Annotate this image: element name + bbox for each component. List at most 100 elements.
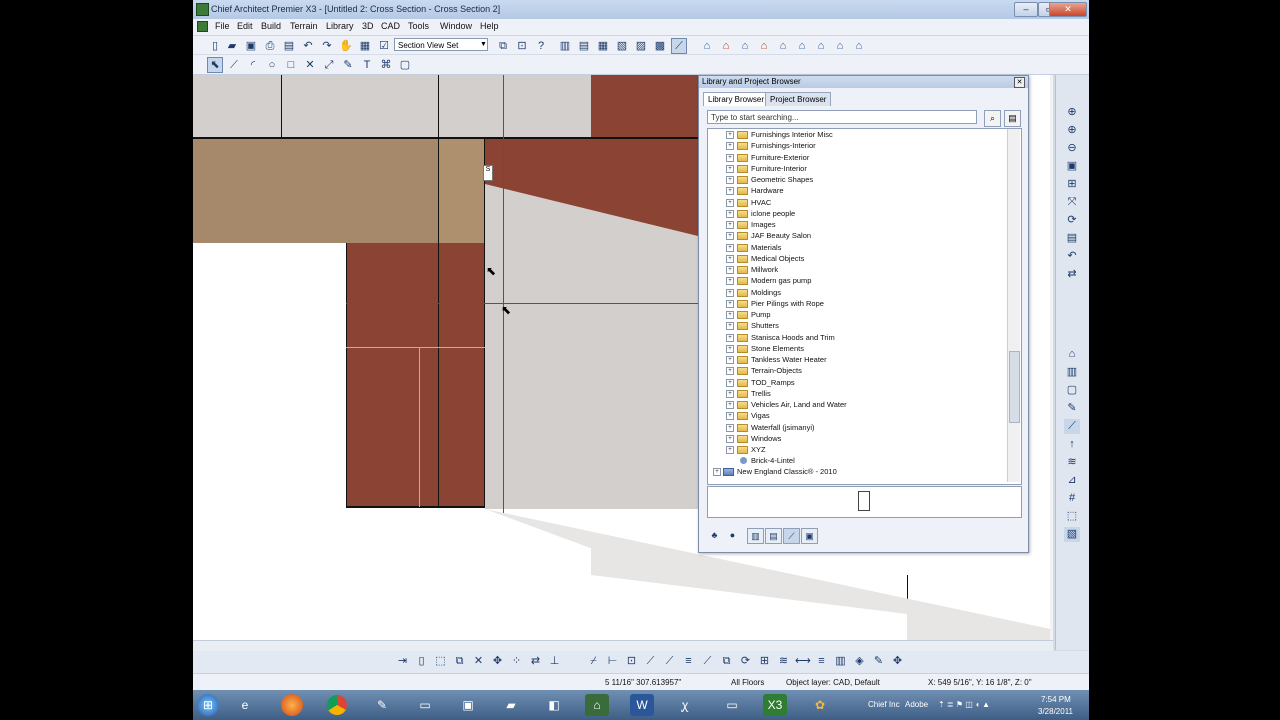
grid-tool-icon[interactable]: #	[1064, 491, 1080, 506]
expand-icon[interactable]: +	[726, 389, 734, 398]
fill-style-icon[interactable]: ◈	[852, 654, 867, 669]
circle-icon[interactable]: ○	[264, 57, 280, 73]
framing-icon[interactable]: ▨	[633, 38, 649, 54]
image-icon[interactable]: ▢	[397, 57, 413, 73]
expand-icon[interactable]: +	[726, 254, 734, 263]
expand-icon[interactable]: +	[726, 142, 734, 151]
house-walkthrough-icon[interactable]: ⌂	[813, 38, 829, 54]
dimension-icon[interactable]: ⤢	[321, 57, 337, 73]
open-object-icon[interactable]: ▯	[414, 654, 429, 669]
tab-library-browser[interactable]: Library Browser	[703, 92, 770, 106]
expand-icon[interactable]: +	[726, 333, 734, 342]
menu-help[interactable]: Help	[478, 21, 501, 31]
select-all-icon[interactable]: ⬚	[433, 654, 448, 669]
house-render-icon[interactable]: ⌂	[718, 38, 734, 54]
house-perspective-icon[interactable]: ⌂	[775, 38, 791, 54]
rectangle-icon[interactable]: □	[283, 57, 299, 73]
dimension-tool-icon[interactable]: ⟷	[795, 654, 811, 669]
layer-display-icon[interactable]: ▤	[1064, 231, 1080, 246]
delete-icon[interactable]: ✕	[471, 654, 486, 669]
redo-icon[interactable]: ↷	[319, 38, 335, 54]
menu-cad[interactable]: CAD	[379, 21, 402, 31]
minimize-button[interactable]: –	[1014, 2, 1038, 17]
folder-icon[interactable]: ▰	[499, 694, 523, 716]
tab-project-browser[interactable]: Project Browser	[765, 92, 832, 106]
expand-icon[interactable]: +	[726, 176, 734, 184]
reshape-icon[interactable]: ≋	[776, 654, 791, 669]
fillet-icon[interactable]: ⟋	[643, 654, 658, 669]
align-icon[interactable]: ⊥	[547, 654, 562, 669]
expand-icon[interactable]: +	[726, 356, 734, 364]
app-icon-bag[interactable]: ◧	[542, 694, 566, 716]
multiple-copy-icon[interactable]: ⧉	[719, 654, 734, 669]
expand-icon[interactable]: +	[726, 446, 734, 454]
reverse-icon[interactable]: ⇄	[528, 654, 543, 669]
firefox-icon[interactable]	[281, 694, 303, 716]
taskbar-app-adobe[interactable]: Adobe	[905, 700, 928, 709]
drive-icon[interactable]: ▭	[413, 694, 437, 716]
properties-icon[interactable]: ▣	[801, 528, 818, 544]
swap-view-icon[interactable]: ⇄	[1064, 267, 1080, 282]
plot-icon[interactable]: ▦	[357, 38, 373, 54]
line-icon[interactable]: ⟋	[226, 57, 242, 73]
checkbox-icon[interactable]: ☑	[376, 38, 392, 54]
expand-icon[interactable]: +	[726, 344, 734, 353]
cut-icon[interactable]: ≡	[814, 654, 829, 669]
cross-icon[interactable]: ✕	[302, 57, 318, 73]
disk-icon[interactable]: ▣	[456, 694, 480, 716]
flower-icon[interactable]: ✿	[808, 694, 832, 716]
expand-icon[interactable]: +	[726, 311, 734, 319]
taskbar-app-chief[interactable]: Chief Inc	[868, 700, 900, 709]
expand-icon[interactable]: +	[726, 266, 734, 274]
callout-icon[interactable]: ⌘	[378, 57, 394, 73]
wave-tool-icon[interactable]: ≋	[1064, 455, 1080, 470]
break-icon[interactable]: ⌿	[586, 654, 601, 669]
app-icon-terminal[interactable]: ▭	[720, 694, 744, 716]
window-tool-icon[interactable]: ▥	[747, 528, 764, 544]
search-options-icon[interactable]: ▤	[1004, 110, 1021, 127]
print-icon[interactable]: ⎙	[262, 38, 278, 54]
horizontal-scrollbar[interactable]	[193, 640, 1053, 651]
expand-icon[interactable]: +	[726, 209, 734, 218]
edit-tool-icon[interactable]: ✎	[1064, 401, 1080, 416]
scroll-thumb[interactable]	[1009, 351, 1020, 423]
arc-icon[interactable]: ◜	[245, 57, 261, 73]
snap-icon[interactable]: ✥	[890, 654, 905, 669]
menu-3d[interactable]: 3D	[360, 21, 376, 31]
save-icon[interactable]: ▣	[243, 38, 259, 54]
clock-date[interactable]: 3/28/2011	[1038, 707, 1073, 716]
internet-explorer-icon[interactable]: e	[233, 694, 257, 716]
print-preview-icon[interactable]: ▤	[281, 38, 297, 54]
undo-view-icon[interactable]: ↶	[1064, 249, 1080, 264]
floor-plan-icon[interactable]: ▥	[557, 38, 573, 54]
expand-icon[interactable]: +	[726, 232, 734, 241]
move-icon[interactable]: ✥	[490, 654, 505, 669]
door-tool-icon[interactable]: ▤	[765, 528, 782, 544]
paint-icon[interactable]: ✎	[370, 694, 394, 716]
menu-edit[interactable]: Edit	[235, 21, 255, 31]
expand-icon[interactable]: +	[726, 367, 734, 376]
zoom-out-icon[interactable]: ⊖	[1064, 141, 1080, 156]
resize-icon[interactable]: ⊞	[757, 654, 772, 669]
search-icon[interactable]: ⌕	[984, 110, 1001, 127]
expand-icon[interactable]: +	[726, 131, 734, 139]
expand-icon[interactable]: +	[726, 412, 734, 421]
expand-icon[interactable]: +	[726, 221, 734, 229]
tree-icon[interactable]: ♣	[707, 528, 722, 542]
expand-icon[interactable]: +	[726, 378, 734, 387]
group-icon[interactable]: ⁘	[509, 654, 524, 669]
start-button[interactable]: ⊞	[197, 694, 219, 716]
offset-icon[interactable]: ≡	[681, 654, 696, 669]
new-file-icon[interactable]: ▯	[207, 38, 223, 54]
extend-icon[interactable]: ⟋	[662, 654, 677, 669]
menu-build[interactable]: Build	[259, 21, 283, 31]
word-icon[interactable]: W	[630, 694, 654, 716]
next-object-icon[interactable]: ⇥	[395, 654, 410, 669]
globe-icon[interactable]: ●	[725, 528, 740, 542]
house-view-icon[interactable]: ⌂	[699, 38, 715, 54]
select-arrow-icon[interactable]: ⬉	[207, 57, 223, 73]
copy-icon[interactable]: ⧉	[452, 654, 467, 669]
texture-tool-icon[interactable]: ▧	[1064, 527, 1080, 542]
arrow-tool-icon[interactable]: ↑	[1064, 437, 1080, 452]
expand-icon[interactable]: +	[726, 288, 734, 297]
